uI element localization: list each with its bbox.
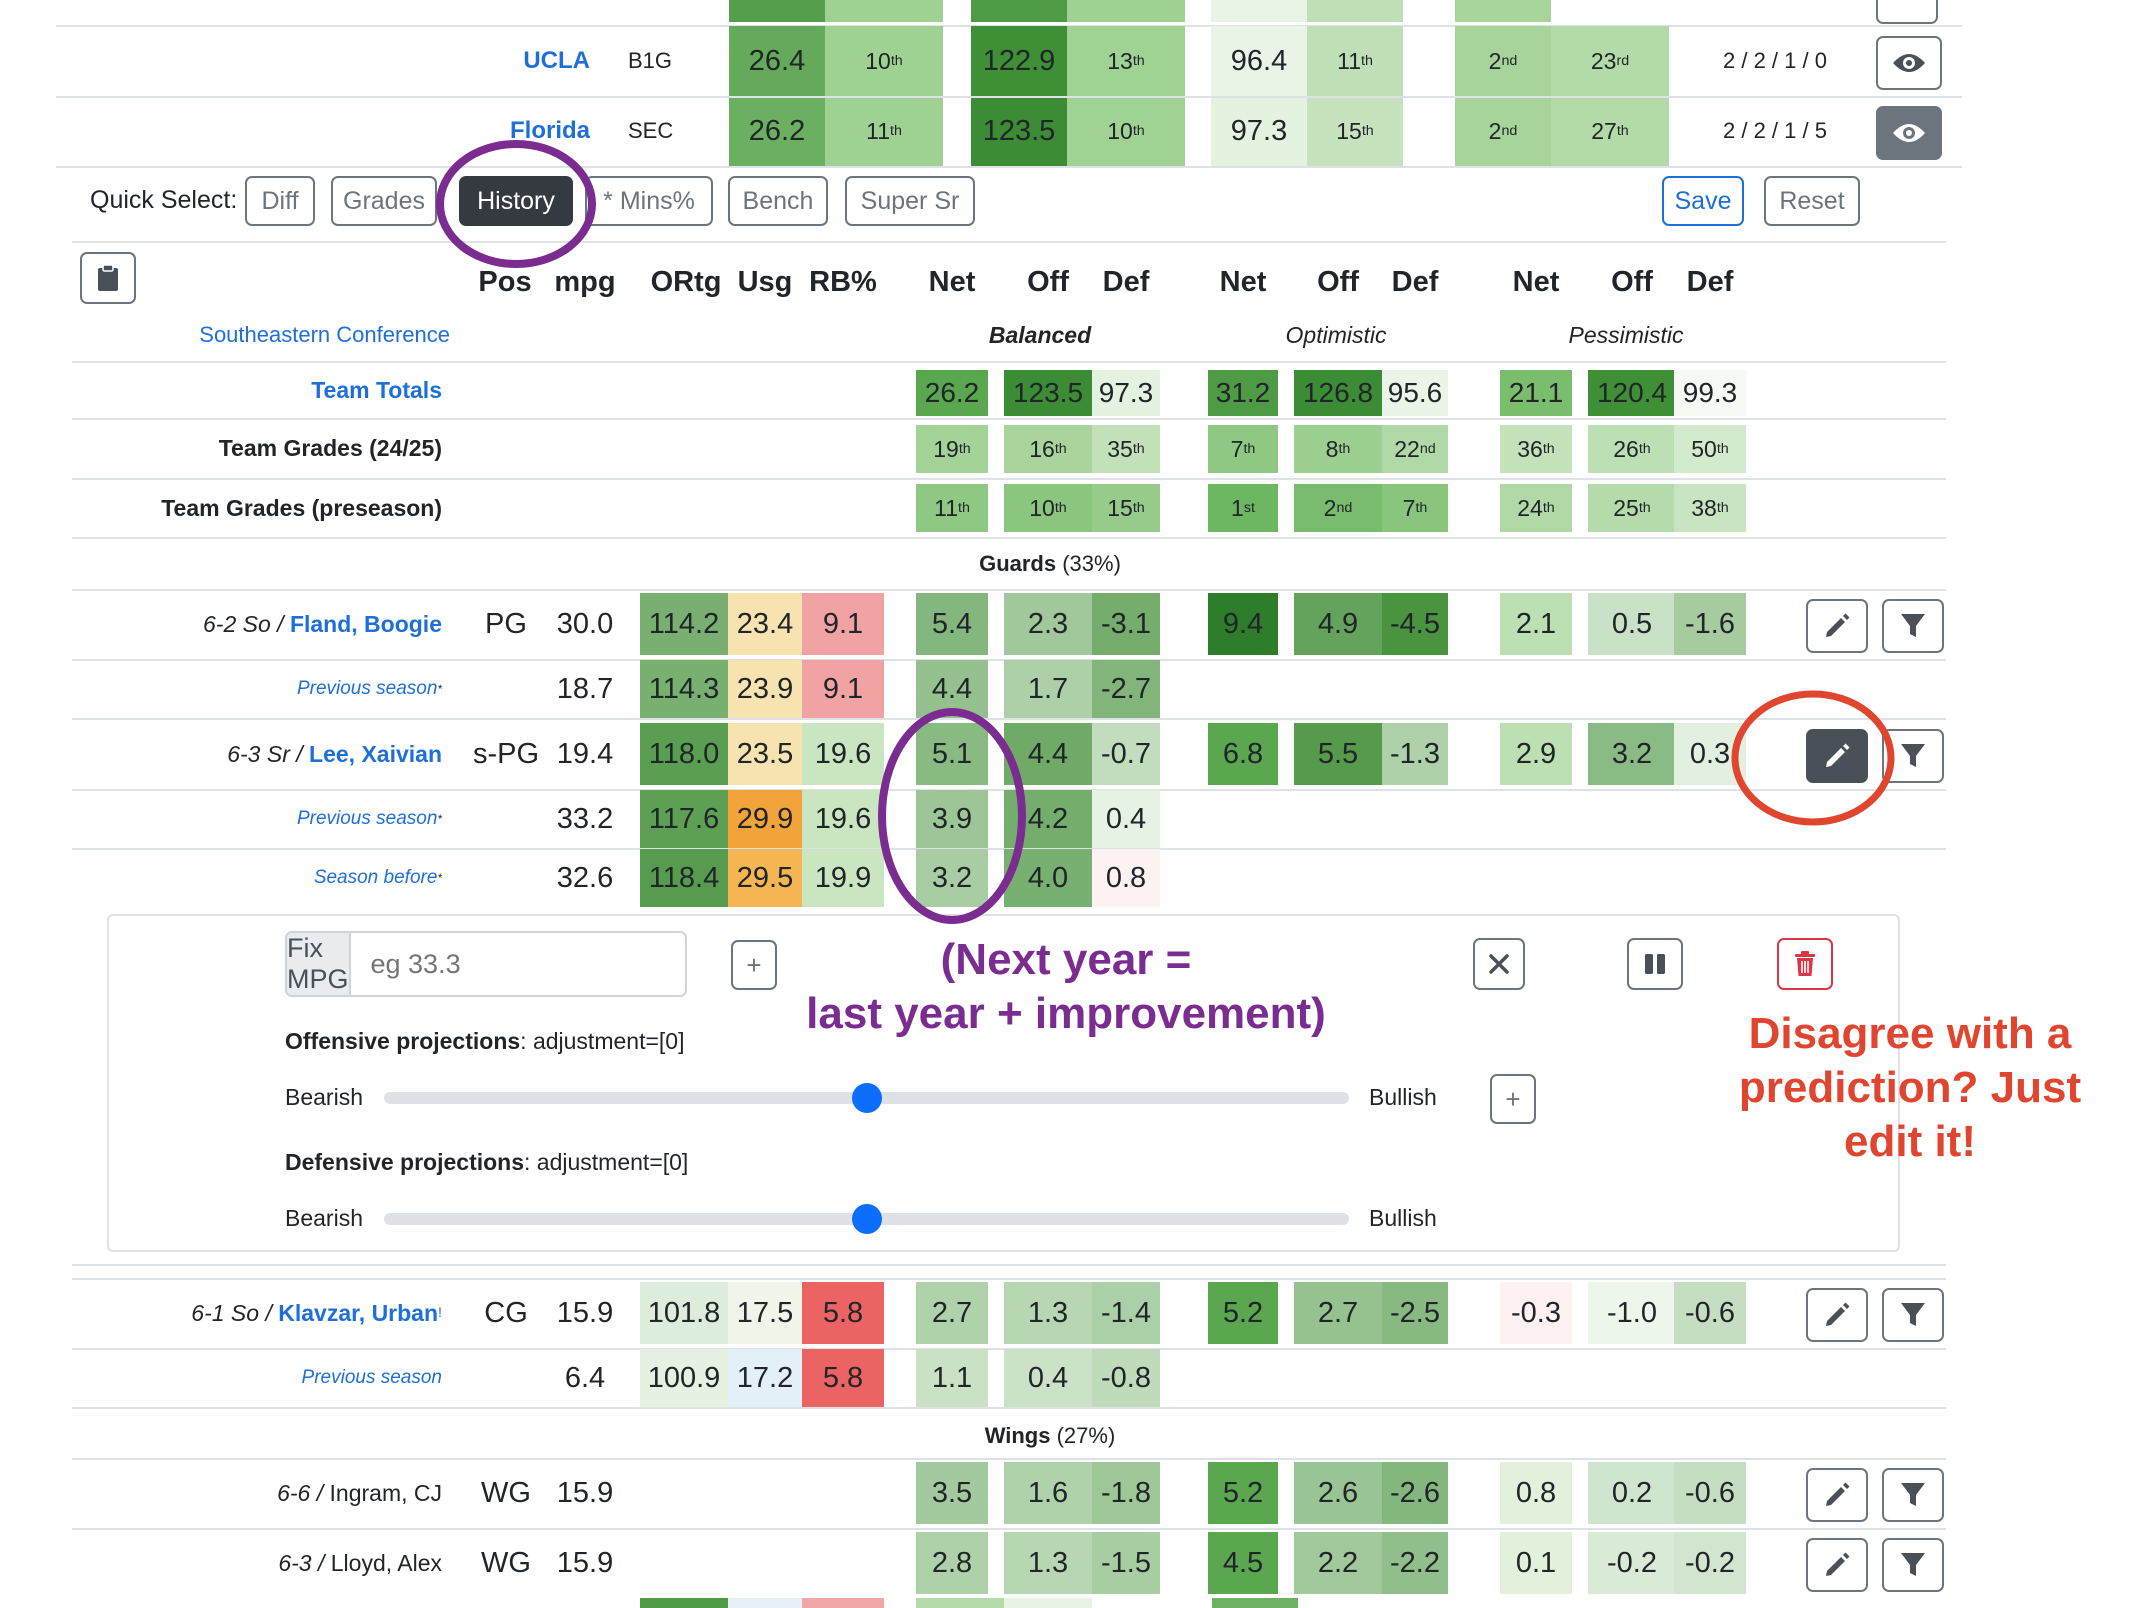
annotation-disagree-3: edit it! [1844, 1117, 1976, 1166]
annotation-next-year-2: last year + improvement) [806, 989, 1326, 1038]
edit-button-circle [1731, 690, 1895, 826]
annotation-disagree-2: prediction? Just [1738, 1063, 2082, 1112]
history-circle [436, 140, 596, 268]
net-column-circle [878, 708, 1026, 924]
annotation-next-year-1: (Next year = [940, 935, 1192, 984]
annotation-disagree-1: Disagree with a [1748, 1009, 2072, 1058]
annotation-overlay [436, 140, 1895, 924]
